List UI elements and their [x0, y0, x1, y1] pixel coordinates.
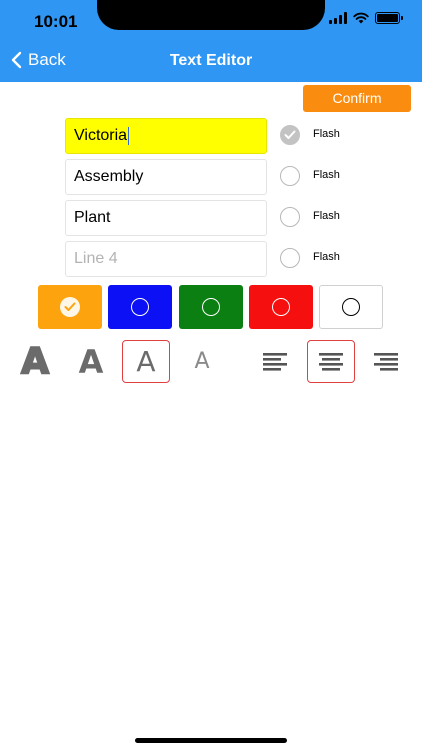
align-left-button[interactable] — [251, 340, 299, 383]
flash-label-line-2: Flash — [313, 169, 340, 181]
font-extra-bold-icon: A — [20, 340, 50, 382]
line-2-input[interactable]: Assembly — [65, 159, 267, 195]
status-time: 10:01 — [34, 12, 78, 31]
checkmark-icon — [284, 130, 296, 139]
color-swatch-red[interactable] — [249, 285, 313, 329]
unselected-circle-icon — [202, 298, 220, 316]
color-swatch-white[interactable] — [319, 285, 383, 329]
flash-toggle-line-1[interactable] — [280, 125, 300, 145]
align-center-button[interactable] — [307, 340, 355, 383]
battery-icon — [375, 12, 403, 24]
line-4-input[interactable]: Line 4 — [65, 241, 267, 277]
align-right-button[interactable] — [362, 340, 410, 383]
unselected-circle-icon — [342, 298, 360, 316]
navigation-header: 10:01 Back Text Editor — [0, 0, 422, 82]
home-indicator — [135, 738, 287, 743]
color-swatch-orange[interactable] — [38, 285, 102, 329]
color-swatch-green[interactable] — [179, 285, 243, 329]
line-1-input[interactable]: Victoria — [65, 118, 267, 154]
signal-icon — [329, 12, 347, 24]
confirm-button[interactable]: Confirm — [303, 85, 411, 112]
font-style-light[interactable]: A — [178, 340, 226, 383]
align-left-icon — [263, 352, 287, 371]
flash-toggle-line-3[interactable] — [280, 207, 300, 227]
font-style-extra-bold[interactable]: A — [11, 340, 59, 383]
align-right-icon — [374, 352, 398, 371]
font-style-regular[interactable]: A — [122, 340, 170, 383]
flash-label-line-1: Flash — [313, 128, 340, 140]
selected-check-icon — [60, 297, 80, 317]
font-regular-icon: A — [136, 344, 156, 378]
line-1-text: Victoria — [74, 127, 128, 144]
unselected-circle-icon — [272, 298, 290, 316]
flash-label-line-4: Flash — [313, 251, 340, 263]
font-style-bold[interactable]: A — [67, 340, 115, 383]
unselected-circle-icon — [131, 298, 149, 316]
font-bold-icon: A — [78, 342, 104, 381]
flash-label-line-3: Flash — [313, 210, 340, 222]
line-3-input[interactable]: Plant — [65, 200, 267, 236]
wifi-icon — [353, 12, 369, 24]
text-caret — [128, 126, 130, 145]
flash-toggle-line-2[interactable] — [280, 166, 300, 186]
device-notch — [97, 0, 325, 30]
font-light-icon: A — [194, 348, 210, 374]
color-swatch-blue[interactable] — [108, 285, 172, 329]
page-title: Text Editor — [169, 52, 253, 69]
align-center-icon — [319, 352, 343, 371]
flash-toggle-line-4[interactable] — [280, 248, 300, 268]
status-icons — [329, 12, 403, 24]
